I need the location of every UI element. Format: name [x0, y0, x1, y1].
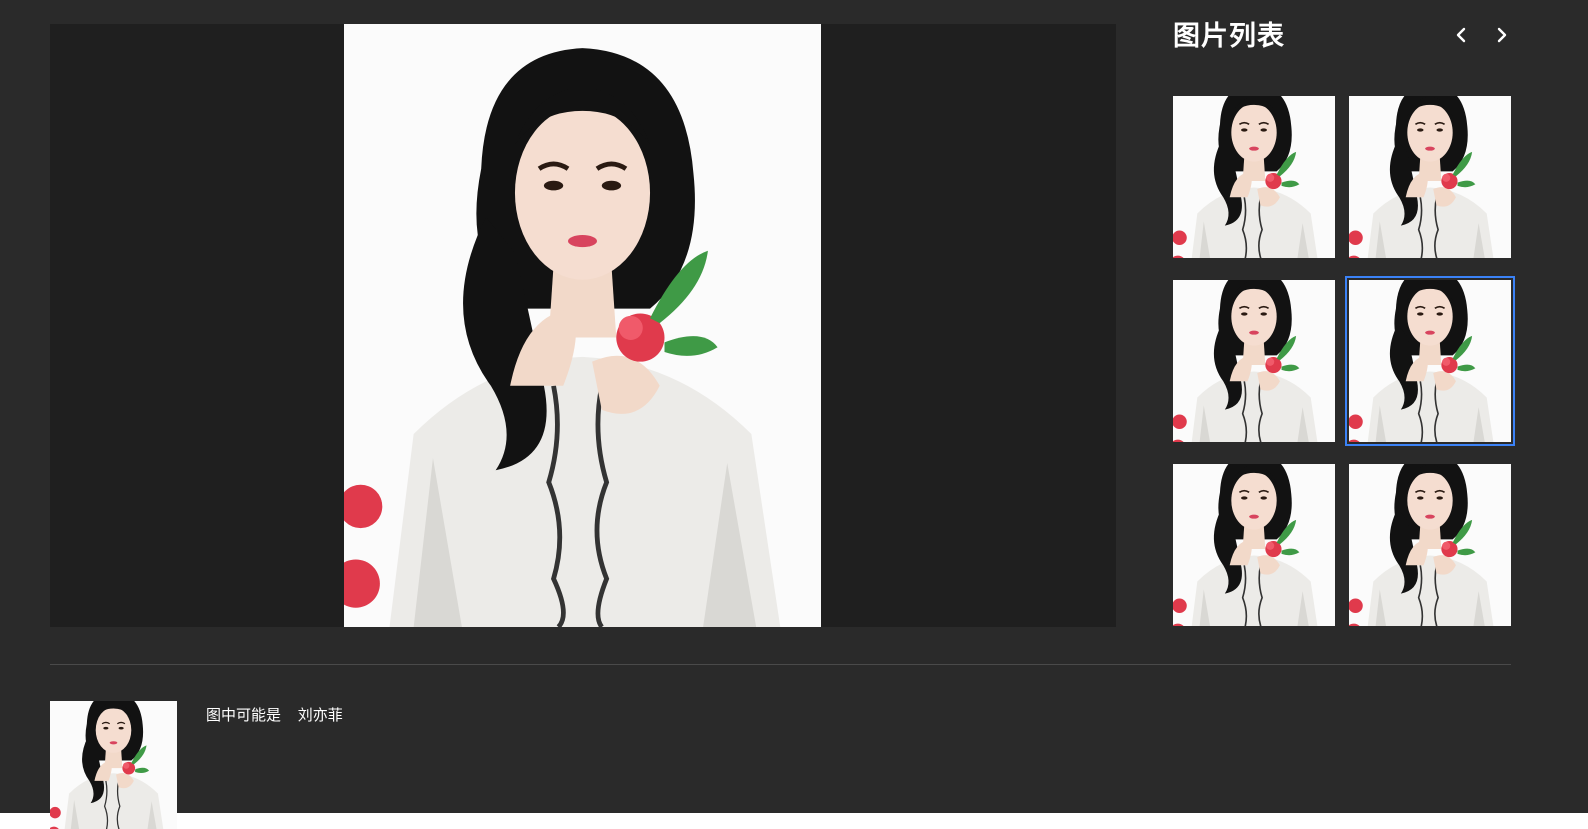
- thumbnail-image: [1349, 464, 1511, 626]
- thumbnail-5[interactable]: [1173, 464, 1335, 626]
- panel-title: 图片列表: [1173, 21, 1285, 52]
- chevron-right-icon: [1497, 27, 1507, 43]
- thumbnail-2[interactable]: [1349, 96, 1511, 258]
- image-list-panel: 图片列表: [1173, 18, 1515, 628]
- thumbnail-1[interactable]: [1173, 96, 1335, 258]
- main-image-viewer: [50, 24, 1116, 627]
- divider: [50, 664, 1511, 665]
- thumbnail-3[interactable]: [1173, 280, 1335, 442]
- thumbnail-6[interactable]: [1349, 464, 1511, 626]
- thumbnail-image: [1173, 280, 1335, 442]
- thumbnail-image: [1349, 96, 1511, 258]
- image-viewer-app: 图片列表 图中可能是 刘亦菲: [0, 0, 1588, 829]
- thumbnail-4[interactable]: [1345, 276, 1515, 446]
- main-image[interactable]: [344, 24, 821, 627]
- recognition-prefix: 图中可能是: [206, 706, 282, 724]
- recognition-image: [50, 701, 177, 829]
- recognition-result: 图中可能是 刘亦菲: [206, 705, 343, 725]
- thumbnail-image: [1349, 280, 1511, 442]
- thumbnail-image: [1173, 464, 1335, 626]
- prev-button[interactable]: [1449, 22, 1475, 48]
- person-name-link[interactable]: 刘亦菲: [298, 706, 343, 724]
- next-button[interactable]: [1488, 22, 1514, 48]
- chevron-left-icon: [1456, 27, 1466, 43]
- recognition-thumbnail[interactable]: [50, 701, 177, 829]
- thumbnail-image: [1173, 96, 1335, 258]
